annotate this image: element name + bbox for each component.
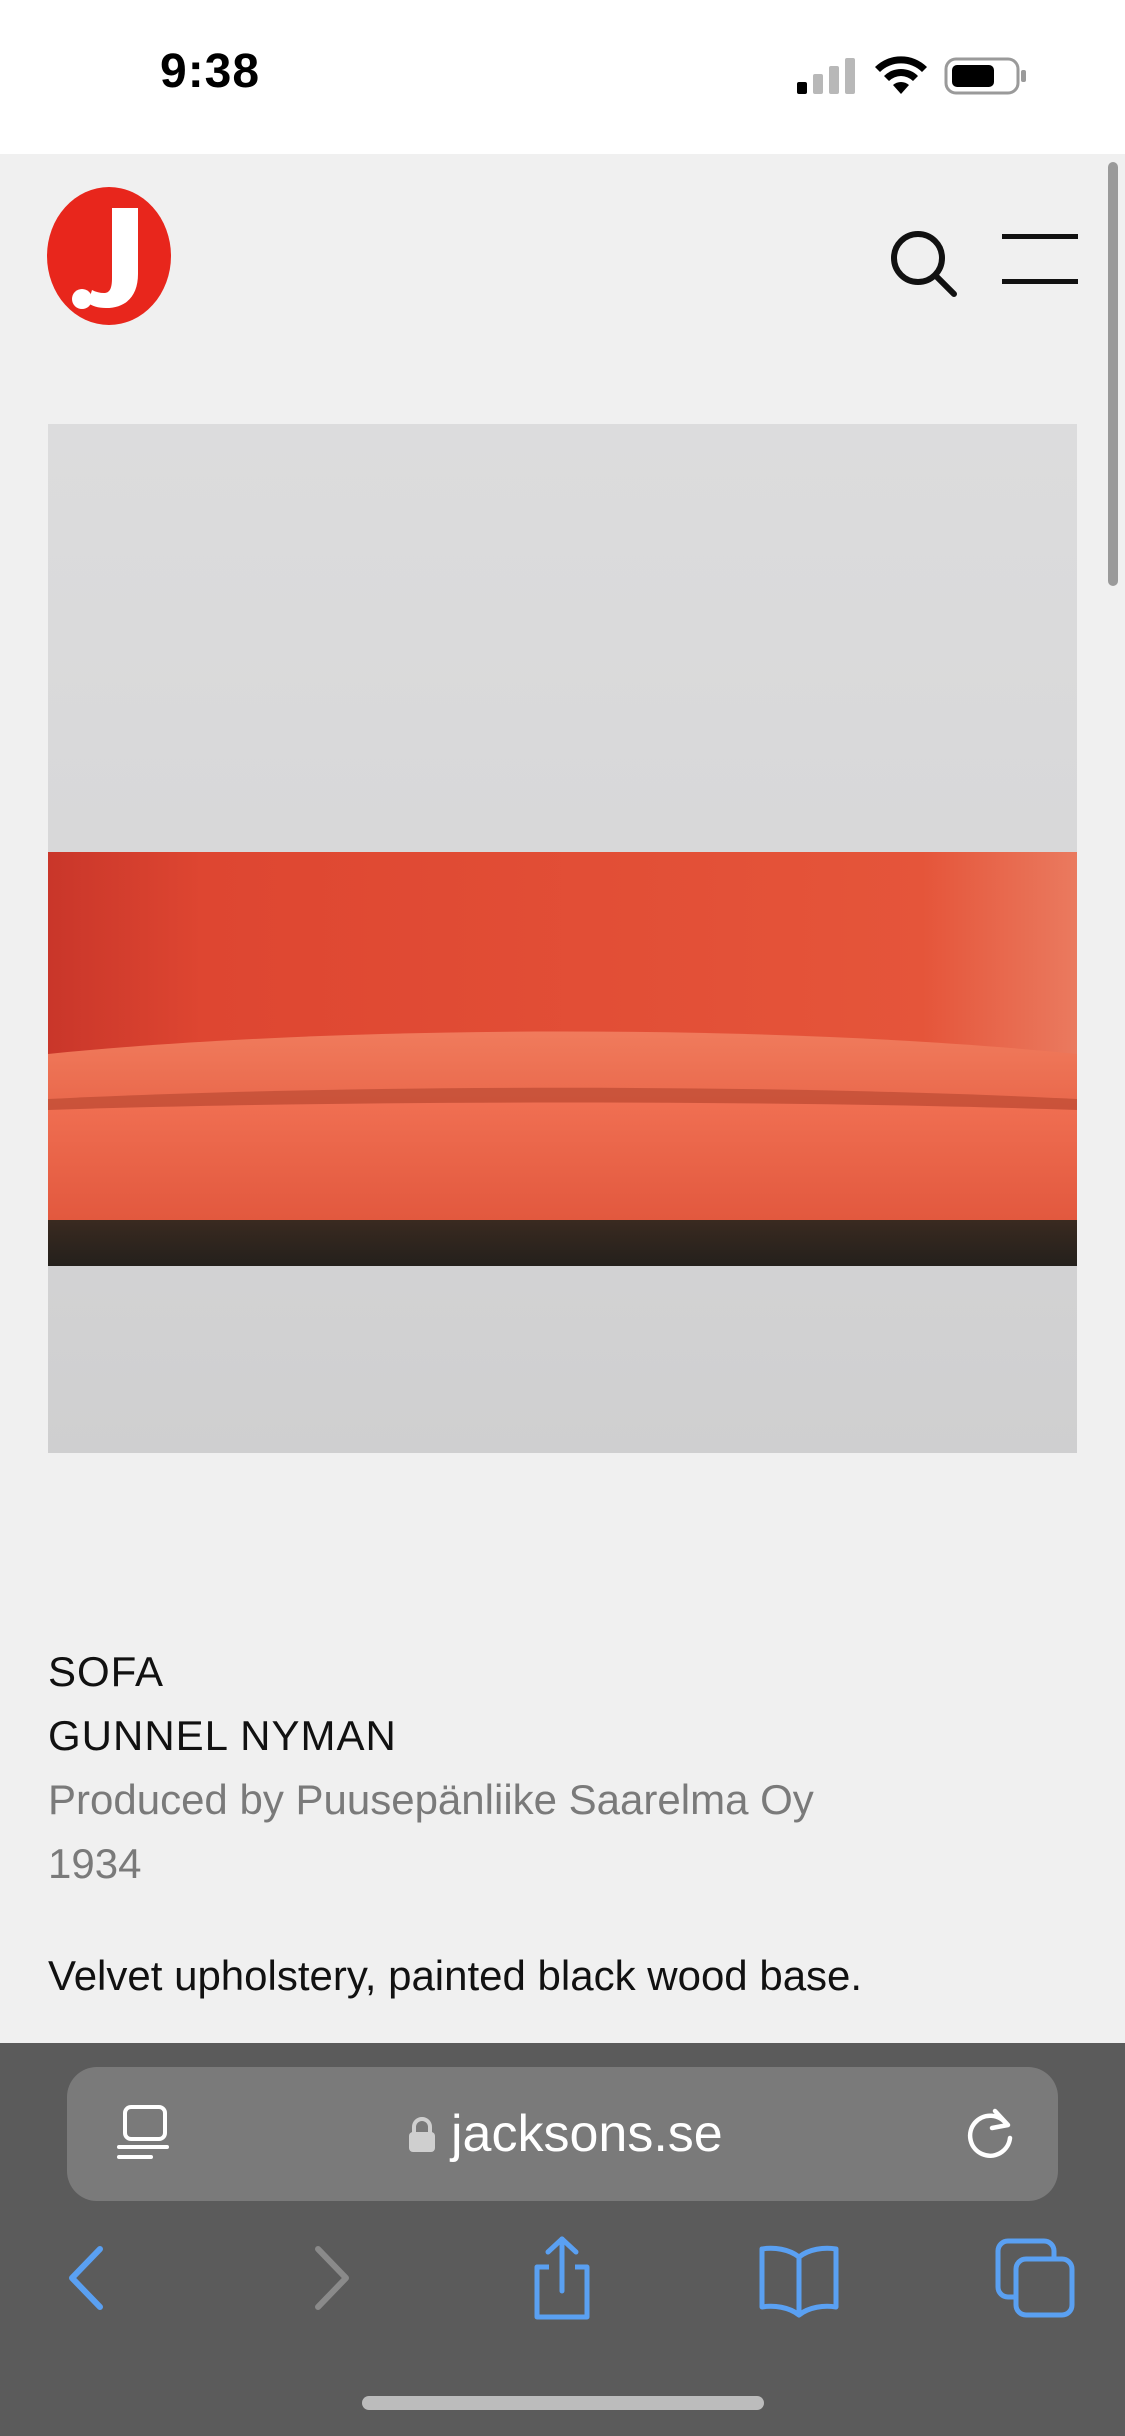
url-text[interactable]: jacksons.se	[451, 2099, 723, 2169]
menu-icon[interactable]	[1002, 232, 1078, 286]
status-time: 9:38	[160, 45, 261, 98]
reload-icon[interactable]	[961, 2105, 1019, 2163]
lock-icon	[409, 2117, 435, 2152]
wifi-icon	[875, 56, 927, 94]
product-producer: Produced by Puusepänliike Saarelma Oy	[48, 1776, 814, 1823]
product-designer[interactable]: GUNNEL NYMAN	[48, 1704, 1048, 1768]
cellular-signal-icon	[797, 58, 855, 94]
browser-toolbar: jacksons.se	[0, 2043, 1125, 2436]
navigation-toolbar	[0, 2233, 1125, 2343]
battery-icon	[944, 57, 1026, 95]
share-icon[interactable]	[517, 2233, 607, 2323]
product-type: SOFA	[48, 1648, 165, 1695]
product-info: SOFA GUNNEL NYMAN Produced by Puusepänli…	[48, 1640, 1048, 2008]
back-icon[interactable]	[44, 2233, 134, 2323]
product-image[interactable]	[48, 424, 1077, 1453]
tabs-icon[interactable]	[990, 2233, 1080, 2323]
forward-icon[interactable]	[284, 2233, 374, 2323]
jacksons-logo[interactable]	[46, 186, 172, 326]
status-bar: 9:38	[0, 0, 1125, 154]
address-bar[interactable]: jacksons.se	[67, 2067, 1058, 2201]
site-header	[0, 154, 1125, 424]
screen: 9:38 SOFA GUNNEL NYMAN Produced by Puuse…	[0, 0, 1125, 2436]
sofa-illustration	[48, 852, 1077, 1266]
bookmarks-icon[interactable]	[754, 2233, 844, 2323]
product-year: 1934	[48, 1840, 142, 1887]
page-scrollbar[interactable]	[1108, 162, 1118, 586]
product-description: Velvet upholstery, painted black wood ba…	[48, 1952, 863, 1999]
page-menu-icon[interactable]	[117, 2103, 175, 2163]
home-indicator[interactable]	[362, 2396, 764, 2410]
search-icon[interactable]	[888, 228, 960, 300]
